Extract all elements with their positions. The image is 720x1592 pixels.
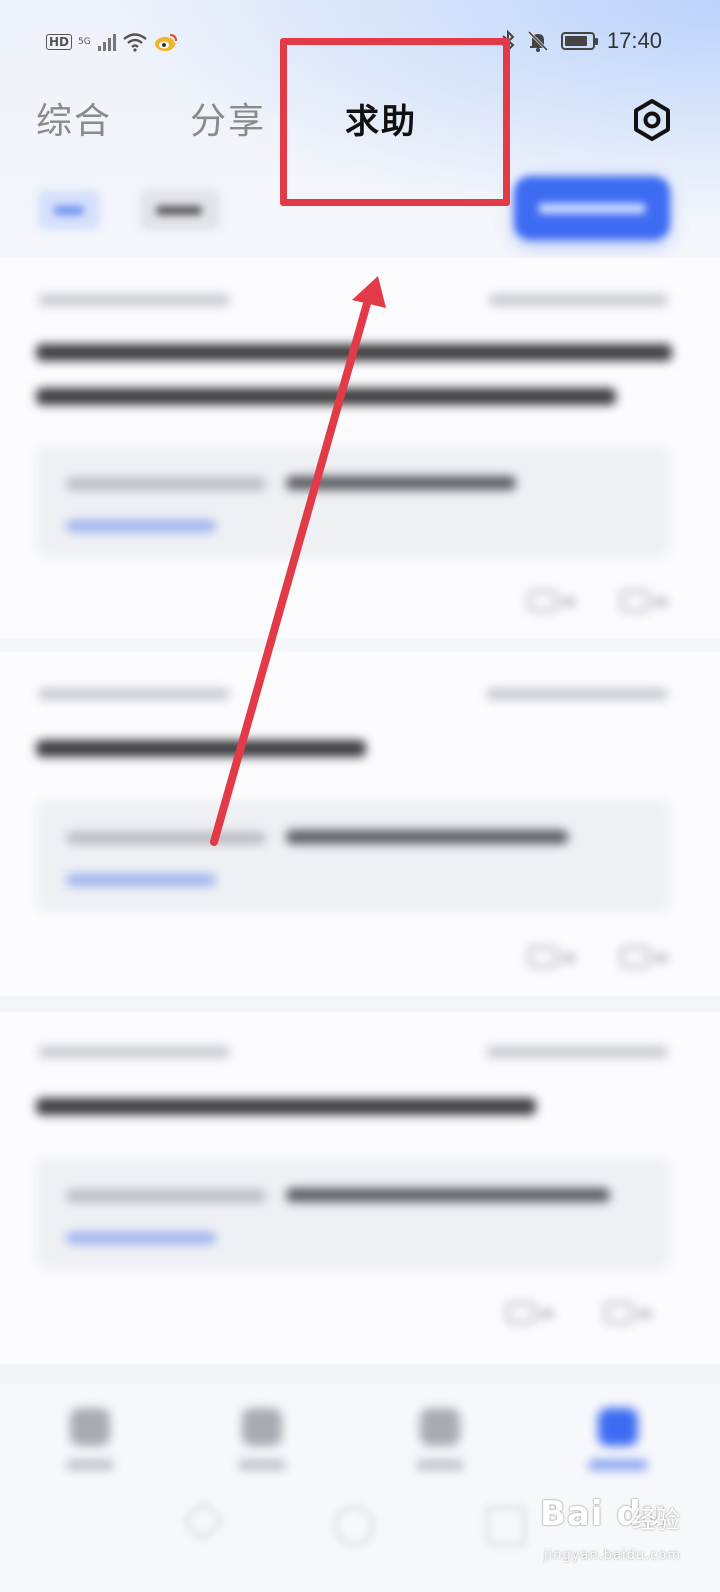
post-author: [38, 688, 230, 700]
post-time: [488, 294, 668, 306]
gear-icon[interactable]: [630, 98, 674, 142]
system-home-icon[interactable]: [334, 1506, 374, 1546]
comment-count: [562, 598, 576, 606]
like-count: [638, 1310, 652, 1318]
post-title: [36, 740, 366, 757]
clock: 17:40: [606, 28, 662, 53]
nav-item-discover[interactable]: [222, 1408, 302, 1488]
post-quote: [36, 446, 670, 558]
nav-item-community[interactable]: [578, 1408, 658, 1488]
post-time: [486, 1046, 668, 1058]
post-card[interactable]: [0, 1012, 720, 1364]
post-author: [38, 1046, 230, 1058]
watermark-cn: 经验: [632, 1506, 680, 1534]
watermark-url: jingyan.baidu.com: [544, 1548, 681, 1563]
post-quote: [36, 1158, 670, 1270]
like-count: [654, 954, 668, 962]
post-author: [38, 294, 230, 306]
filter-chip-selected[interactable]: [38, 190, 100, 230]
post-card[interactable]: [0, 652, 720, 996]
network-type: 5G: [78, 36, 91, 47]
comment-count: [562, 954, 576, 962]
nav-item-service[interactable]: [400, 1408, 480, 1488]
bell-off-icon: [527, 30, 548, 52]
system-recents-icon[interactable]: [486, 1506, 526, 1546]
comment-icon[interactable]: [506, 1302, 536, 1324]
nav-item-home[interactable]: [50, 1408, 130, 1488]
like-count: [654, 598, 668, 606]
post-title: [36, 1098, 536, 1115]
annotation-highlight-box: [280, 38, 510, 206]
wifi-icon: [123, 33, 147, 52]
status-bar-left: HD 5G: [46, 32, 178, 52]
post-quote: [36, 800, 670, 912]
post-title: [36, 344, 672, 361]
comment-count: [540, 1310, 554, 1318]
post-title-line2: [36, 388, 616, 405]
baidu-jingyan-watermark: Bai du 经验 jingyan.baidu.com: [540, 1490, 710, 1580]
comment-icon[interactable]: [528, 946, 558, 968]
weibo-icon: [155, 34, 178, 51]
comment-icon[interactable]: [528, 590, 558, 612]
like-icon[interactable]: [620, 590, 650, 612]
hd-badge: HD: [46, 34, 73, 50]
like-icon[interactable]: [604, 1302, 634, 1324]
status-bar-right: 17:40: [501, 28, 662, 54]
post-card[interactable]: [0, 258, 720, 638]
ask-question-button[interactable]: [514, 176, 670, 240]
signal-icon: [98, 33, 117, 51]
like-icon[interactable]: [620, 946, 650, 968]
battery-icon: [560, 32, 598, 50]
tab-zonghe[interactable]: 综合: [36, 92, 112, 152]
post-time: [486, 688, 668, 700]
tab-fenxiang[interactable]: 分享: [190, 92, 266, 152]
filter-chip[interactable]: [140, 190, 220, 230]
